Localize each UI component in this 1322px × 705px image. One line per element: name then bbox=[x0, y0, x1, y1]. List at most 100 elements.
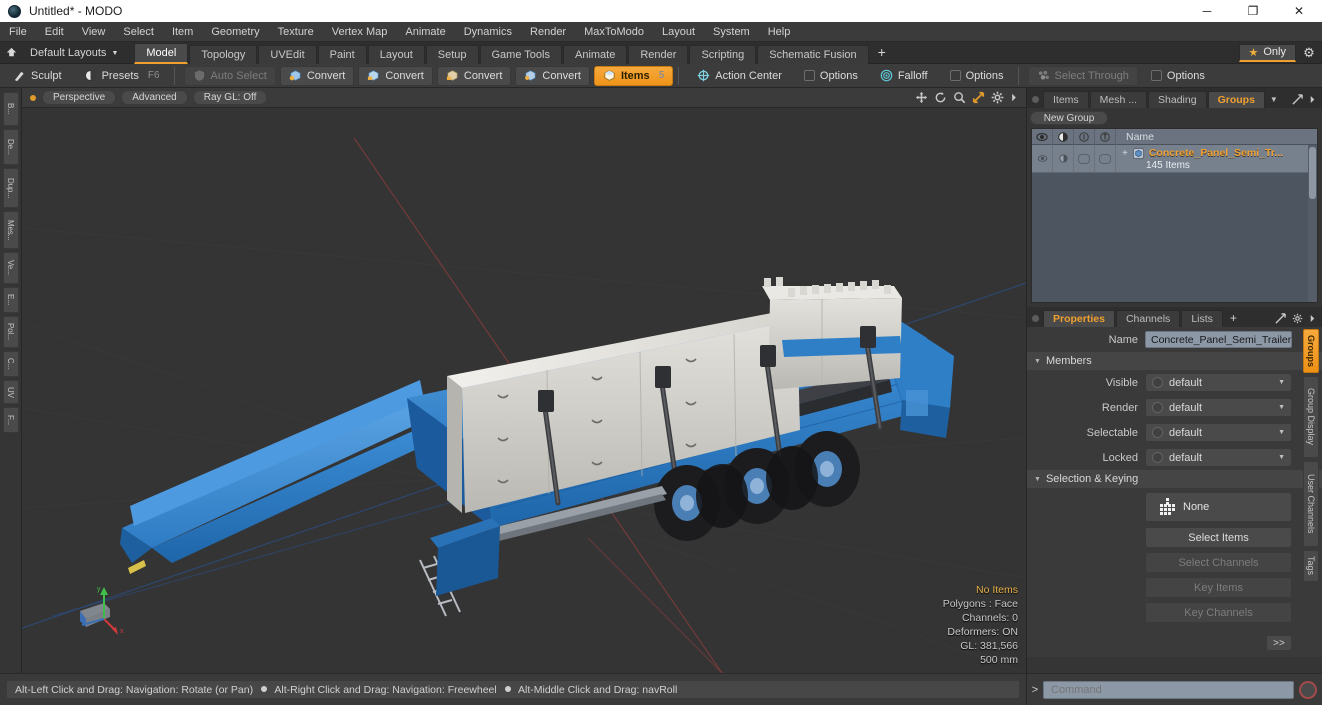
radio-icon[interactable] bbox=[1152, 377, 1163, 388]
properties-vtab-user-channels[interactable]: User Channels bbox=[1303, 461, 1319, 547]
menu-item-texture[interactable]: Texture bbox=[269, 22, 323, 42]
layout-tab-game-tools[interactable]: Game Tools bbox=[479, 44, 562, 64]
locked-dropdown[interactable]: default ▼ bbox=[1145, 448, 1292, 467]
properties-vtab-tags[interactable]: Tags bbox=[1303, 550, 1319, 582]
command-input[interactable] bbox=[1043, 680, 1294, 699]
render-dropdown[interactable]: default ▼ bbox=[1145, 398, 1292, 417]
menu-item-layout[interactable]: Layout bbox=[653, 22, 704, 42]
expand-icon[interactable] bbox=[1275, 313, 1286, 324]
toolbar-convert-button[interactable]: Convert bbox=[279, 65, 355, 86]
chevron-right-icon[interactable] bbox=[1309, 313, 1316, 324]
menu-item-edit[interactable]: Edit bbox=[36, 22, 73, 42]
zoom-icon[interactable] bbox=[953, 91, 966, 104]
radio-icon[interactable] bbox=[1152, 452, 1163, 463]
row-eye-toggle[interactable] bbox=[1032, 144, 1053, 173]
menu-item-vertex-map[interactable]: Vertex Map bbox=[323, 22, 397, 42]
selection-set-field[interactable]: None bbox=[1145, 492, 1292, 522]
layout-tab-uvedit[interactable]: UVEdit bbox=[258, 44, 317, 64]
item-panel-tab-groups[interactable]: Groups bbox=[1207, 91, 1265, 108]
layout-tab-paint[interactable]: Paint bbox=[317, 44, 367, 64]
properties-vtab-group-display[interactable]: Group Display bbox=[1303, 376, 1319, 458]
checkbox-icon[interactable] bbox=[1150, 70, 1162, 81]
checkbox-icon[interactable] bbox=[949, 70, 961, 81]
chevron-right-icon[interactable] bbox=[1309, 94, 1316, 105]
viewport-shading-button[interactable]: Advanced bbox=[121, 90, 188, 105]
menu-item-file[interactable]: File bbox=[0, 22, 36, 42]
fit-icon[interactable] bbox=[972, 91, 985, 104]
menu-item-animate[interactable]: Animate bbox=[396, 22, 454, 42]
row-info-toggle[interactable] bbox=[1095, 144, 1116, 173]
gear-icon[interactable]: ⚙ bbox=[1296, 45, 1322, 61]
record-icon[interactable] bbox=[1299, 680, 1317, 699]
left-tool-tab-3[interactable]: Mes... bbox=[2, 211, 19, 249]
name-field[interactable]: Concrete_Panel_Semi_Trailer_Lo bbox=[1145, 331, 1292, 348]
item-list-scroll-thumb[interactable] bbox=[1309, 147, 1316, 199]
properties-vtab-groups[interactable]: Groups bbox=[1303, 329, 1319, 373]
more-options-button[interactable]: >> bbox=[1266, 635, 1292, 651]
layout-tab-scripting[interactable]: Scripting bbox=[689, 44, 757, 64]
radio-icon[interactable] bbox=[1152, 402, 1163, 413]
toolbar-sculpt-button[interactable]: Sculpt bbox=[4, 66, 71, 86]
lock-icon[interactable] bbox=[1074, 129, 1095, 145]
left-tool-tab-4[interactable]: Ve... bbox=[2, 252, 19, 284]
selection-keying-section-header[interactable]: ▼ Selection & Keying bbox=[1027, 470, 1322, 488]
info-icon[interactable] bbox=[1095, 129, 1116, 145]
visible-dropdown[interactable]: default ▼ bbox=[1145, 373, 1292, 392]
layout-tab-topology[interactable]: Topology bbox=[189, 44, 258, 64]
viewport-projection-button[interactable]: Perspective bbox=[42, 90, 117, 105]
viewport-active-dot[interactable] bbox=[30, 94, 36, 101]
toolbar-action-center-button[interactable]: Action Center bbox=[688, 66, 791, 86]
toolbar-convert-button[interactable]: Convert bbox=[436, 65, 512, 86]
table-row[interactable]: + Concrete_Panel_Semi_Tr... 145 Items bbox=[1032, 144, 1317, 173]
only-toggle[interactable]: ★ Only bbox=[1238, 43, 1296, 62]
rotate-icon[interactable] bbox=[934, 91, 947, 104]
toolbar-falloff-button[interactable]: Falloff bbox=[871, 66, 937, 86]
expand-icon[interactable] bbox=[1292, 94, 1303, 105]
checkbox-icon[interactable] bbox=[803, 70, 815, 81]
item-panel-tab-shading[interactable]: Shading bbox=[1148, 91, 1207, 108]
layout-tab-setup[interactable]: Setup bbox=[425, 44, 479, 64]
close-button[interactable]: ✕ bbox=[1276, 0, 1322, 22]
menu-item-render[interactable]: Render bbox=[521, 22, 575, 42]
menu-item-dynamics[interactable]: Dynamics bbox=[455, 22, 521, 42]
menu-item-geometry[interactable]: Geometry bbox=[202, 22, 268, 42]
row-lock-toggle[interactable] bbox=[1074, 144, 1095, 173]
toolbar-options-button[interactable]: Options bbox=[1142, 66, 1214, 86]
toolbar-convert-button[interactable]: Convert bbox=[515, 65, 590, 86]
add-properties-tab-button[interactable]: + bbox=[1224, 311, 1245, 327]
row-expander[interactable]: + bbox=[1122, 148, 1128, 159]
properties-tab-channels[interactable]: Channels bbox=[1115, 310, 1181, 327]
panel-menu-dot[interactable] bbox=[1032, 96, 1039, 103]
properties-tab-lists[interactable]: Lists bbox=[1181, 310, 1223, 327]
left-tool-tab-7[interactable]: C... bbox=[2, 351, 19, 377]
home-layout-icon[interactable] bbox=[0, 42, 22, 64]
toolbar-items-button[interactable]: Items 5 bbox=[593, 65, 674, 86]
toolbar-presets-button[interactable]: Presets F6 bbox=[75, 66, 169, 86]
left-tool-tab-5[interactable]: E... bbox=[2, 287, 19, 313]
layout-tab-layout[interactable]: Layout bbox=[367, 44, 425, 64]
gear-icon[interactable] bbox=[1292, 313, 1303, 324]
chevron-down-icon[interactable]: ▼ bbox=[1266, 95, 1284, 108]
move-icon[interactable] bbox=[915, 91, 928, 104]
maximize-button[interactable]: ❐ bbox=[1230, 0, 1276, 22]
left-tool-tab-8[interactable]: UV bbox=[2, 380, 19, 404]
item-list[interactable]: Name + Concrete_Panel_Semi_Tr... 145 Ite… bbox=[1031, 128, 1318, 303]
layout-tab-schematic-fusion[interactable]: Schematic Fusion bbox=[757, 44, 869, 64]
layout-tab-animate[interactable]: Animate bbox=[563, 44, 628, 64]
gear-icon[interactable] bbox=[991, 91, 1004, 104]
toolbar-options-button[interactable]: Options bbox=[795, 66, 867, 86]
members-section-header[interactable]: ▼ Members bbox=[1027, 352, 1322, 370]
left-tool-tab-1[interactable]: De... bbox=[2, 129, 19, 165]
add-layout-tab-button[interactable]: + bbox=[870, 43, 894, 62]
toolbar-options-button[interactable]: Options bbox=[941, 66, 1013, 86]
select-items-button[interactable]: Select Items bbox=[1145, 527, 1292, 548]
menu-item-help[interactable]: Help bbox=[759, 22, 800, 42]
minimize-button[interactable]: ─ bbox=[1184, 0, 1230, 22]
properties-tab-properties[interactable]: Properties bbox=[1043, 310, 1115, 327]
left-tool-tab-6[interactable]: Pol... bbox=[2, 316, 19, 348]
left-tool-tab-9[interactable]: F... bbox=[2, 407, 19, 433]
selectable-dropdown[interactable]: default ▼ bbox=[1145, 423, 1292, 442]
layout-selector[interactable]: Default Layouts ▼ bbox=[30, 47, 118, 59]
menu-item-view[interactable]: View bbox=[73, 22, 115, 42]
item-panel-tab-mesh[interactable]: Mesh ... bbox=[1089, 91, 1148, 108]
